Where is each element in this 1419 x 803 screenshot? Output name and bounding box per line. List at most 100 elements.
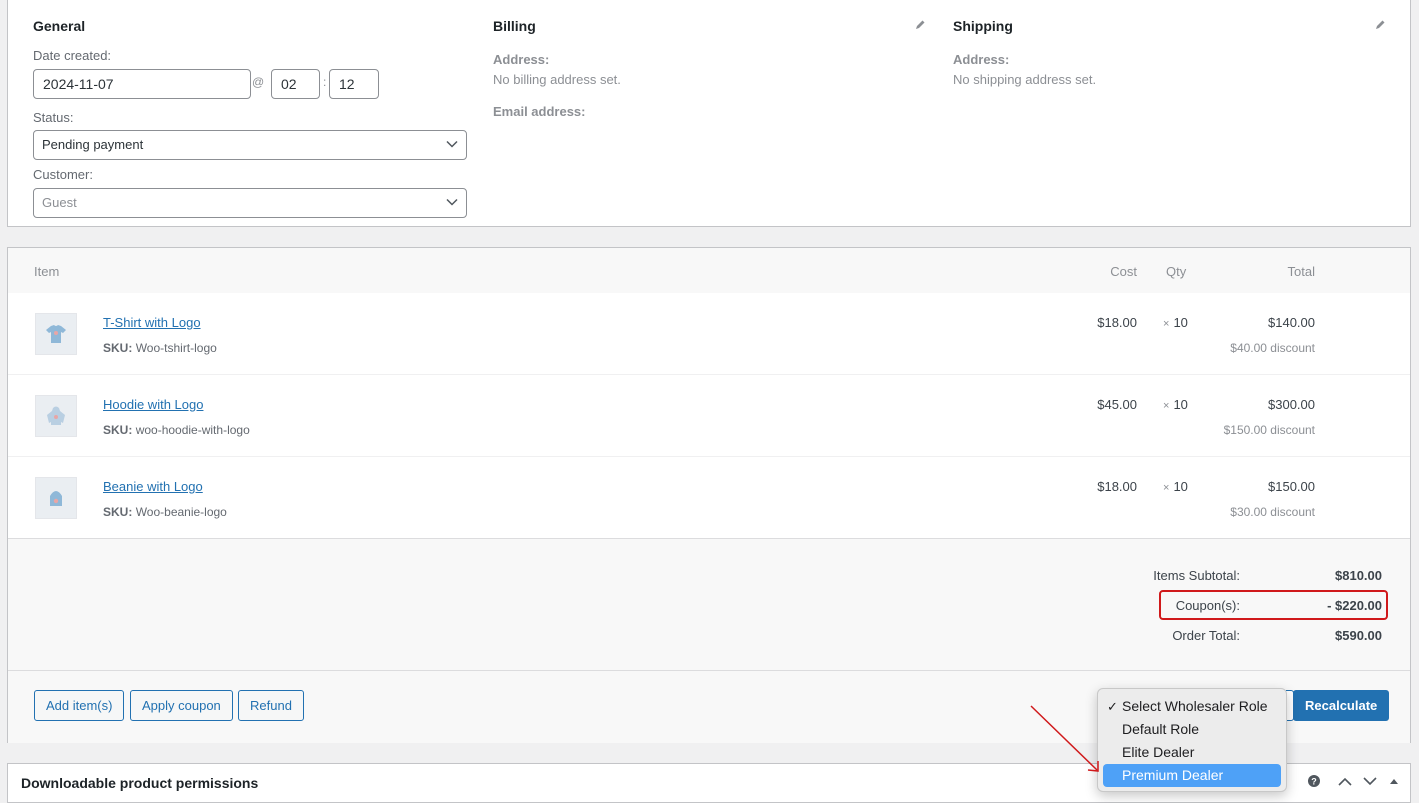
table-row: Hoodie with Logo SKU: woo-hoodie-with-lo… — [8, 375, 1410, 457]
status-select[interactable]: Pending payment — [33, 130, 467, 160]
product-sku: SKU: woo-hoodie-with-logo — [103, 423, 250, 437]
qty-multiplier: × — [1163, 400, 1170, 412]
order-items-panel: Item Cost Qty Total T-Shirt with Logo SK… — [7, 247, 1411, 743]
beanie-icon — [50, 491, 62, 506]
date-created-label: Date created: — [33, 48, 112, 63]
role-option-elite-dealer[interactable]: Elite Dealer — [1103, 741, 1281, 764]
table-row: T-Shirt with Logo SKU: Woo-tshirt-logo $… — [8, 293, 1410, 375]
sku-label: SKU: — [103, 341, 133, 355]
item-qty: × 10 — [1163, 315, 1188, 330]
hour-input[interactable]: 02 — [271, 69, 320, 99]
tshirt-thumbnail — [35, 313, 77, 355]
item-discount: $40.00 discount — [1230, 341, 1315, 355]
refund-button[interactable]: Refund — [238, 690, 304, 721]
role-option-premium-dealer[interactable]: Premium Dealer — [1103, 764, 1281, 787]
item-discount: $150.00 discount — [1223, 423, 1315, 437]
chevron-down-icon — [446, 198, 458, 206]
apply-coupon-button[interactable]: Apply coupon — [130, 690, 233, 721]
order-totals: Items Subtotal: $810.00 Coupon(s): - $22… — [8, 538, 1410, 670]
item-total: $150.00 — [1268, 479, 1315, 494]
status-value: Pending payment — [42, 137, 144, 152]
downloads-title: Downloadable product permissions — [21, 775, 259, 791]
sku-label: SKU: — [103, 423, 133, 437]
edit-billing-pencil-icon[interactable] — [914, 19, 926, 31]
status-label: Status: — [33, 110, 74, 125]
wholesaler-role-dropdown-menu: ✓ Select Wholesaler Role Default Role El… — [1097, 688, 1287, 792]
billing-address-value: No billing address set. — [493, 72, 621, 87]
qty-value: 10 — [1173, 479, 1188, 494]
at-sign: @ — [252, 75, 265, 89]
product-sku: SKU: Woo-tshirt-logo — [103, 341, 217, 355]
check-icon: ✓ — [1107, 699, 1118, 714]
product-link[interactable]: Hoodie with Logo — [103, 397, 203, 412]
qty-value: 10 — [1173, 315, 1188, 330]
shipping-address-label: Address: — [953, 52, 1010, 67]
header-item: Item — [34, 264, 60, 279]
product-link[interactable]: Beanie with Logo — [103, 479, 203, 494]
header-qty: Qty — [1166, 264, 1187, 279]
svg-text:?: ? — [1311, 777, 1317, 787]
customer-label: Customer: — [33, 167, 93, 182]
role-option-label: Default Role — [1122, 721, 1200, 737]
sku-label: SKU: — [103, 505, 133, 519]
hoodie-icon — [47, 406, 65, 425]
header-total: Total — [1287, 264, 1315, 279]
shipping-title: Shipping — [953, 18, 1013, 34]
sku-value: woo-hoodie-with-logo — [135, 423, 250, 437]
edit-shipping-pencil-icon[interactable] — [1374, 19, 1386, 31]
item-total: $140.00 — [1268, 315, 1315, 330]
role-option-label: Premium Dealer — [1122, 767, 1224, 783]
qty-value: 10 — [1173, 397, 1188, 412]
customer-placeholder: Guest — [42, 195, 77, 210]
time-separator: : — [323, 75, 327, 89]
item-total: $300.00 — [1268, 397, 1315, 412]
general-title: General — [33, 18, 86, 34]
item-cost: $18.00 — [1097, 479, 1137, 494]
toggle-panel-icon[interactable] — [1389, 778, 1399, 785]
item-qty: × 10 — [1163, 397, 1188, 412]
billing-section: Billing Address: No billing address set.… — [493, 0, 933, 227]
items-table-header: Item Cost Qty Total — [8, 248, 1410, 293]
role-option-default[interactable]: Default Role — [1103, 718, 1281, 741]
items-subtotal-value: $810.00 — [1335, 568, 1382, 583]
header-cost: Cost — [1110, 264, 1137, 279]
move-down-icon[interactable] — [1363, 777, 1377, 786]
item-discount: $30.00 discount — [1230, 505, 1315, 519]
role-option-label: Elite Dealer — [1122, 744, 1195, 760]
role-option-select-wholesaler[interactable]: ✓ Select Wholesaler Role — [1103, 695, 1281, 718]
coupons-label: Coupon(s): — [1175, 598, 1240, 613]
product-link[interactable]: T-Shirt with Logo — [103, 315, 201, 330]
item-qty: × 10 — [1163, 479, 1188, 494]
recalculate-button[interactable]: Recalculate — [1293, 690, 1390, 721]
minute-input[interactable]: 12 — [329, 69, 379, 99]
sku-value: Woo-tshirt-logo — [135, 341, 217, 355]
items-subtotal-label: Items Subtotal: — [1153, 568, 1240, 583]
role-option-label: Select Wholesaler Role — [1122, 698, 1268, 714]
billing-address-label: Address: — [493, 52, 550, 67]
move-up-icon[interactable] — [1338, 777, 1352, 786]
sku-value: Woo-beanie-logo — [135, 505, 227, 519]
product-sku: SKU: Woo-beanie-logo — [103, 505, 227, 519]
item-cost: $18.00 — [1097, 315, 1137, 330]
billing-title: Billing — [493, 18, 536, 34]
date-created-input[interactable]: 2024-11-07 — [33, 69, 251, 99]
qty-multiplier: × — [1163, 318, 1170, 330]
coupons-value: - $220.00 — [1327, 598, 1382, 613]
general-section: General Date created: 2024-11-07 @ 02 : … — [8, 0, 478, 227]
help-icon[interactable]: ? — [1308, 775, 1320, 787]
tshirt-icon — [46, 325, 66, 343]
beanie-thumbnail — [35, 477, 77, 519]
order-data-panel: General Date created: 2024-11-07 @ 02 : … — [7, 0, 1411, 227]
customer-select[interactable]: Guest — [33, 188, 467, 218]
chevron-down-icon — [446, 140, 458, 148]
hoodie-thumbnail — [35, 395, 77, 437]
billing-email-label: Email address: — [493, 104, 586, 119]
shipping-address-value: No shipping address set. — [953, 72, 1097, 87]
order-total-value: $590.00 — [1335, 628, 1382, 643]
add-items-button[interactable]: Add item(s) — [34, 690, 125, 721]
qty-multiplier: × — [1163, 482, 1170, 494]
item-cost: $45.00 — [1097, 397, 1137, 412]
order-total-label: Order Total: — [1172, 628, 1240, 643]
shipping-section: Shipping Address: No shipping address se… — [953, 0, 1393, 227]
table-row: Beanie with Logo SKU: Woo-beanie-logo $1… — [8, 457, 1410, 539]
